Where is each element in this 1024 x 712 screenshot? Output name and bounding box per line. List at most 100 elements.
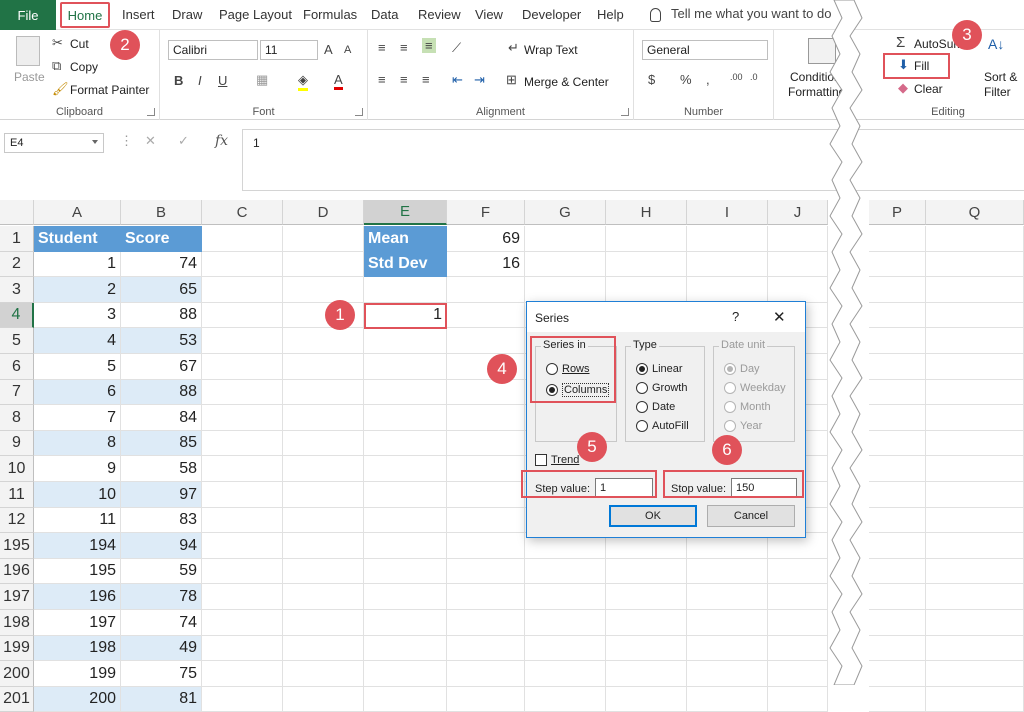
cell[interactable] bbox=[869, 456, 926, 482]
cell[interactable]: 5 bbox=[34, 354, 121, 380]
cell[interactable] bbox=[768, 584, 828, 610]
cell[interactable]: 49 bbox=[121, 636, 202, 661]
align-bottom-icon[interactable]: ≡ bbox=[422, 38, 436, 53]
cell[interactable] bbox=[283, 456, 364, 482]
row-header[interactable]: 197 bbox=[0, 584, 34, 610]
menu-formulas[interactable]: Formulas bbox=[303, 7, 357, 22]
cell[interactable] bbox=[447, 610, 525, 636]
cell[interactable] bbox=[202, 533, 283, 559]
cell[interactable] bbox=[687, 661, 768, 687]
cell[interactable]: 81 bbox=[121, 687, 202, 712]
cell[interactable] bbox=[768, 610, 828, 636]
cell[interactable] bbox=[202, 636, 283, 661]
cell[interactable]: Student bbox=[34, 226, 121, 252]
cell[interactable] bbox=[364, 687, 447, 712]
cell[interactable] bbox=[926, 636, 1024, 661]
cell[interactable]: 4 bbox=[34, 328, 121, 354]
cell[interactable]: 59 bbox=[121, 559, 202, 584]
cell[interactable] bbox=[283, 636, 364, 661]
column-header-j[interactable]: J bbox=[768, 200, 828, 225]
cell[interactable] bbox=[869, 533, 926, 559]
cell[interactable] bbox=[447, 661, 525, 687]
cell[interactable] bbox=[768, 559, 828, 584]
menu-home[interactable]: Home bbox=[60, 2, 110, 28]
cell[interactable] bbox=[926, 661, 1024, 687]
cell[interactable] bbox=[869, 610, 926, 636]
cell[interactable]: 69 bbox=[447, 226, 525, 252]
cell[interactable] bbox=[447, 456, 525, 482]
cell[interactable] bbox=[283, 252, 364, 277]
trend-checkbox[interactable] bbox=[535, 454, 547, 466]
menu-view[interactable]: View bbox=[475, 7, 503, 22]
cell[interactable] bbox=[364, 354, 447, 380]
cell[interactable] bbox=[283, 405, 364, 431]
decrease-decimal-icon[interactable]: .0 bbox=[750, 72, 758, 82]
cell[interactable] bbox=[447, 277, 525, 303]
cell[interactable]: 194 bbox=[34, 533, 121, 559]
increase-indent-icon[interactable]: ⇥ bbox=[474, 72, 485, 88]
cell[interactable] bbox=[926, 277, 1024, 303]
cell[interactable] bbox=[202, 687, 283, 712]
cell[interactable] bbox=[869, 687, 926, 712]
cell[interactable] bbox=[202, 405, 283, 431]
cell[interactable] bbox=[926, 508, 1024, 533]
column-header-b[interactable]: B bbox=[121, 200, 202, 225]
cell[interactable]: 196 bbox=[34, 584, 121, 610]
cell[interactable] bbox=[525, 636, 606, 661]
cell[interactable] bbox=[364, 405, 447, 431]
cell[interactable]: 74 bbox=[121, 252, 202, 277]
row-header[interactable]: 1 bbox=[0, 226, 34, 252]
row-header[interactable]: 11 bbox=[0, 482, 34, 508]
cell[interactable] bbox=[687, 584, 768, 610]
row-header[interactable]: 6 bbox=[0, 354, 34, 380]
cell[interactable] bbox=[926, 687, 1024, 712]
cell[interactable] bbox=[447, 405, 525, 431]
cell[interactable] bbox=[202, 661, 283, 687]
row-header[interactable]: 9 bbox=[0, 431, 34, 456]
align-middle-icon[interactable]: ≡ bbox=[400, 40, 408, 55]
align-left-icon[interactable]: ≡ bbox=[378, 72, 386, 87]
cell[interactable] bbox=[447, 303, 525, 328]
row-header[interactable]: 3 bbox=[0, 277, 34, 303]
cell[interactable] bbox=[869, 303, 926, 328]
cell[interactable]: 1 bbox=[34, 252, 121, 277]
cell[interactable]: 53 bbox=[121, 328, 202, 354]
cell[interactable] bbox=[202, 431, 283, 456]
cell[interactable] bbox=[926, 431, 1024, 456]
cell[interactable] bbox=[283, 354, 364, 380]
align-right-icon[interactable]: ≡ bbox=[422, 72, 430, 87]
cell[interactable] bbox=[447, 508, 525, 533]
cell[interactable]: 197 bbox=[34, 610, 121, 636]
cell[interactable] bbox=[926, 226, 1024, 252]
alignment-launcher-icon[interactable] bbox=[621, 108, 629, 116]
cell[interactable] bbox=[364, 559, 447, 584]
comma-icon[interactable]: , bbox=[706, 72, 710, 87]
cell[interactable] bbox=[869, 277, 926, 303]
align-top-icon[interactable]: ≡ bbox=[378, 40, 386, 55]
cell[interactable] bbox=[869, 636, 926, 661]
menu-insert[interactable]: Insert bbox=[122, 7, 155, 22]
cell[interactable] bbox=[202, 508, 283, 533]
cell[interactable]: 94 bbox=[121, 533, 202, 559]
cancel-entry-icon[interactable]: ✕ bbox=[145, 133, 156, 149]
row-header[interactable]: 12 bbox=[0, 508, 34, 533]
cell[interactable]: 198 bbox=[34, 636, 121, 661]
cell[interactable] bbox=[202, 482, 283, 508]
cell[interactable]: 3 bbox=[34, 303, 121, 328]
cell[interactable] bbox=[525, 661, 606, 687]
cell[interactable] bbox=[202, 610, 283, 636]
bold-icon[interactable]: B bbox=[174, 73, 183, 88]
cell[interactable] bbox=[869, 380, 926, 405]
cell[interactable] bbox=[364, 431, 447, 456]
cell[interactable] bbox=[447, 533, 525, 559]
cell[interactable]: 2 bbox=[34, 277, 121, 303]
cell[interactable] bbox=[606, 687, 687, 712]
decrease-indent-icon[interactable]: ⇤ bbox=[452, 72, 463, 88]
column-header-d[interactable]: D bbox=[283, 200, 364, 225]
row-header[interactable]: 195 bbox=[0, 533, 34, 559]
cell[interactable] bbox=[869, 508, 926, 533]
cell[interactable] bbox=[364, 277, 447, 303]
cell[interactable]: 88 bbox=[121, 380, 202, 405]
cell[interactable] bbox=[606, 661, 687, 687]
cell[interactable] bbox=[926, 354, 1024, 380]
